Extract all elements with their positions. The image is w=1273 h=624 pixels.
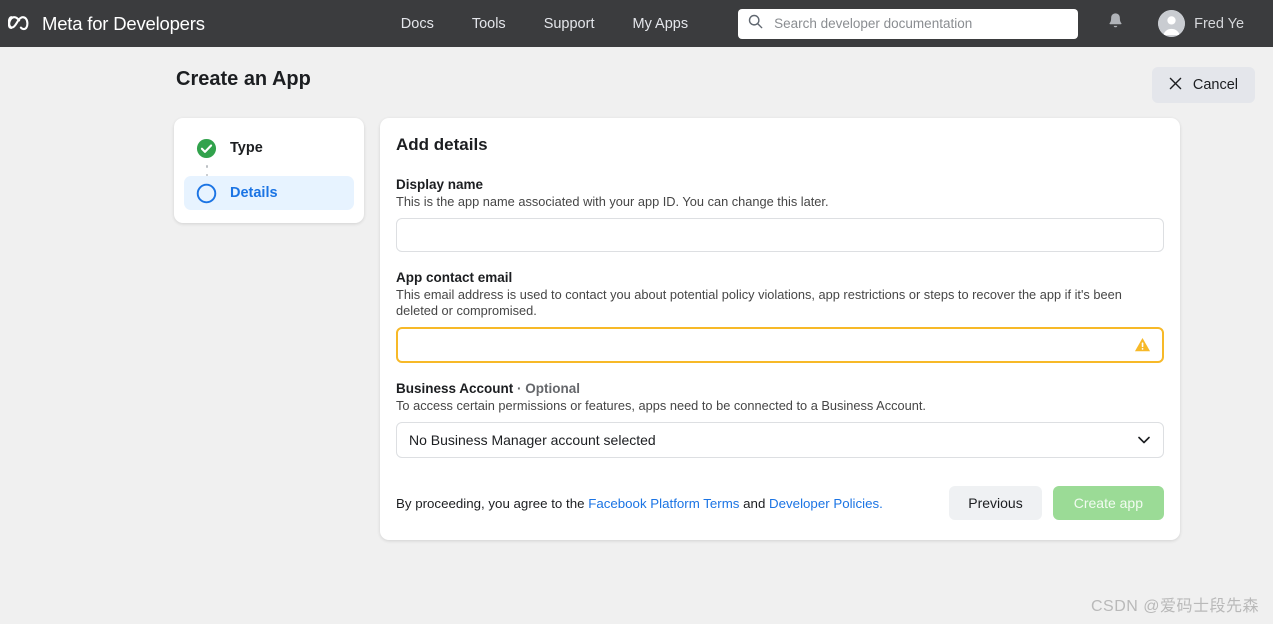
- display-name-field-group: Display name This is the app name associ…: [396, 177, 1164, 252]
- business-account-field-group: Business Account · Optional To access ce…: [396, 381, 1164, 458]
- user-avatar-icon: [1158, 10, 1186, 37]
- card-title: Add details: [396, 135, 488, 154]
- display-name-description: This is the app name associated with you…: [396, 194, 829, 209]
- business-account-description: To access certain permissions or feature…: [396, 398, 926, 413]
- step-connector-dots: [205, 165, 209, 176]
- nav-link-tools[interactable]: Tools: [472, 16, 506, 32]
- nav-link-my-apps[interactable]: My Apps: [632, 16, 688, 32]
- business-account-optional-tag: · Optional: [517, 381, 581, 396]
- sidebar-step-details[interactable]: Details: [184, 176, 354, 210]
- previous-button[interactable]: Previous: [949, 486, 1042, 520]
- brand-logo-area[interactable]: Meta for Developers: [8, 13, 205, 35]
- nav-link-support[interactable]: Support: [544, 16, 595, 32]
- search-input[interactable]: [772, 15, 1069, 32]
- contact-email-field-group: App contact email This email address is …: [396, 270, 1164, 363]
- card-footer: By proceeding, you agree to the Facebook…: [396, 486, 1164, 520]
- check-circle-icon: [196, 138, 217, 159]
- top-navigation-bar: Meta for Developers Docs Tools Support M…: [0, 0, 1273, 47]
- user-name-label: Fred Ye: [1194, 15, 1245, 32]
- notifications-button[interactable]: [1102, 11, 1128, 37]
- terms-prefix: By proceeding, you agree to the: [396, 495, 589, 511]
- contact-email-input-wrapper: [396, 327, 1164, 363]
- watermark-text: CSDN @爱码士段先森: [1090, 598, 1259, 615]
- business-account-selected-value: No Business Manager account selected: [409, 432, 656, 448]
- primary-nav-links: Docs Tools Support My Apps: [401, 16, 688, 32]
- facebook-platform-terms-link[interactable]: Facebook Platform Terms: [588, 496, 739, 511]
- footer-buttons: Previous Create app: [949, 486, 1164, 520]
- nav-link-docs[interactable]: Docs: [401, 16, 434, 32]
- sidebar-step-type-label: Type: [230, 140, 263, 156]
- display-name-input[interactable]: [396, 218, 1164, 252]
- page-body: Type Details Add details Display name Th…: [0, 103, 1273, 540]
- contact-email-description: This email address is used to contact yo…: [396, 287, 1122, 318]
- display-name-label: Display name: [396, 177, 484, 192]
- cancel-button[interactable]: Cancel: [1151, 67, 1255, 103]
- terms-middle: and: [739, 495, 770, 511]
- business-account-select-wrapper: No Business Manager account selected: [396, 422, 1164, 458]
- business-account-select[interactable]: No Business Manager account selected: [396, 422, 1164, 458]
- business-account-label-text: Business Account: [396, 381, 514, 396]
- terms-text: By proceeding, you agree to the Facebook…: [396, 496, 883, 511]
- business-account-label: Business Account · Optional: [396, 381, 1164, 396]
- sidebar-step-details-label: Details: [230, 185, 278, 201]
- sidebar-step-type[interactable]: Type: [184, 131, 354, 165]
- circle-outline-icon: [196, 183, 217, 204]
- contact-email-input[interactable]: [396, 327, 1164, 363]
- search-icon: [748, 14, 763, 34]
- search-box[interactable]: [738, 8, 1079, 39]
- add-details-card: Add details Display name This is the app…: [380, 118, 1180, 540]
- developer-policies-link[interactable]: Developer Policies.: [769, 496, 883, 511]
- close-icon: [1169, 77, 1182, 94]
- user-menu[interactable]: Fred Ye: [1158, 10, 1244, 37]
- warning-triangle-icon: [1134, 337, 1151, 354]
- create-app-button[interactable]: Create app: [1052, 486, 1164, 520]
- contact-email-label: App contact email: [396, 270, 513, 285]
- meta-infinity-logo-icon: [8, 15, 35, 33]
- page-header: Create an App Cancel: [0, 47, 1273, 103]
- bell-icon: [1107, 12, 1124, 35]
- page-title: Create an App: [176, 68, 311, 90]
- brand-title: Meta for Developers: [42, 12, 205, 34]
- steps-sidebar: Type Details: [174, 118, 364, 223]
- cancel-button-label: Cancel: [1192, 77, 1238, 93]
